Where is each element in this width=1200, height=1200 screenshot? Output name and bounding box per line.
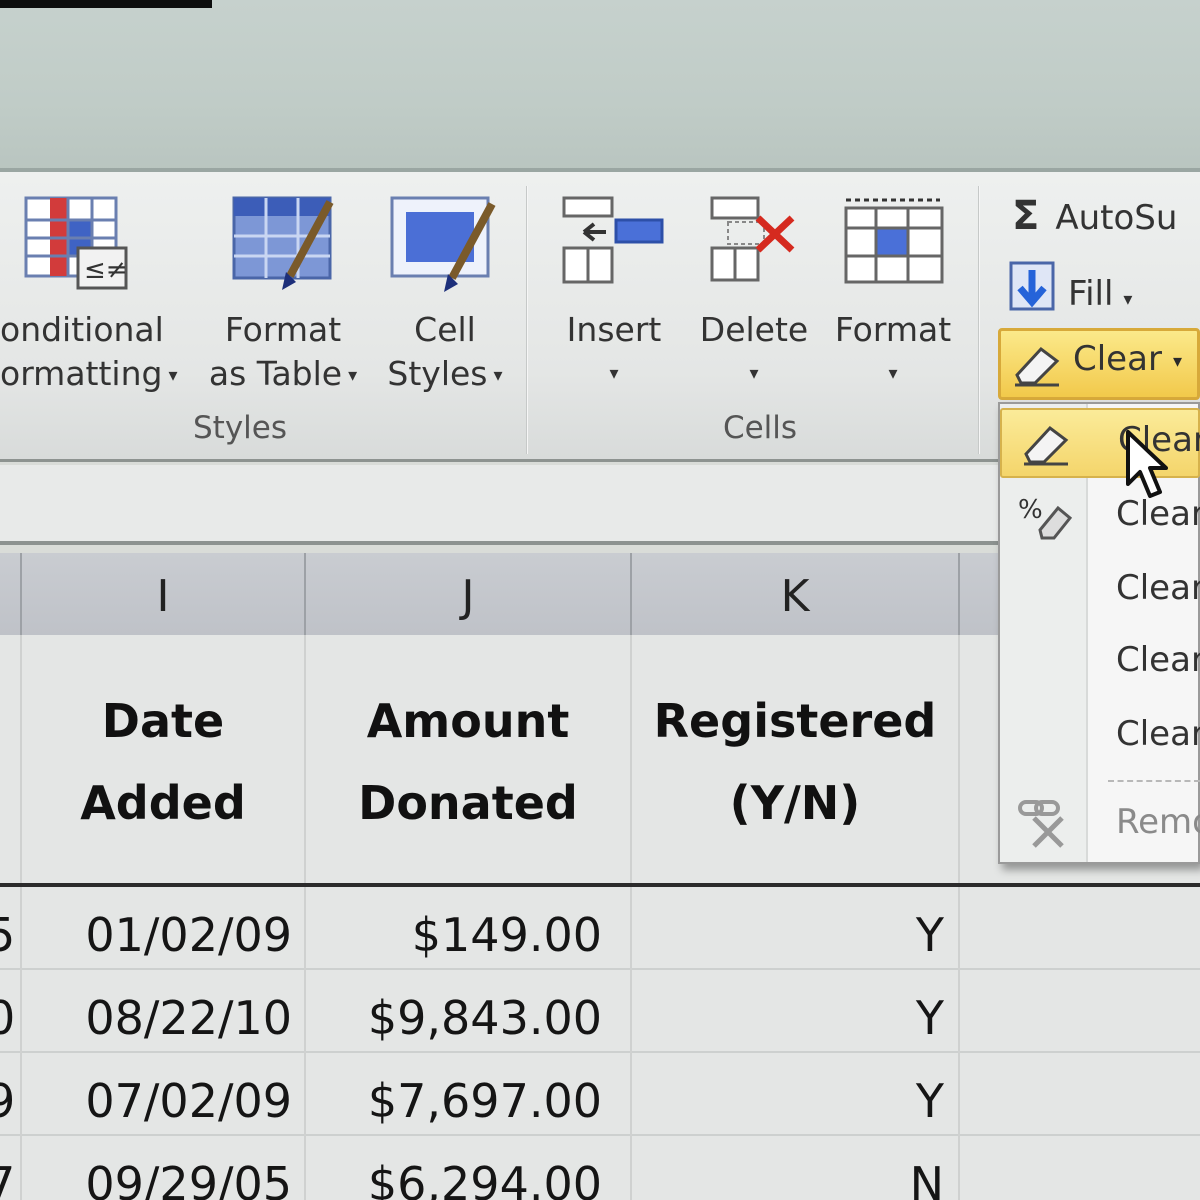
eraser-icon [1020,420,1072,470]
menu-item-label: Clear [1116,714,1200,754]
chevron-down-icon: ▾ [493,364,503,386]
conditional-formatting-label-2: ormatting [0,354,163,393]
eraser-icon [1011,341,1063,391]
header-cell-registered[interactable]: Registered (Y/N) [632,635,960,885]
menu-item-clear-comments[interactable]: Clear [1000,630,1200,700]
chevron-down-icon: ▾ [749,363,759,384]
delete-cells-icon [706,194,816,298]
svg-text:≤≠: ≤≠ [84,255,128,285]
menu-item-label: Remo [1116,802,1200,842]
cell-registered[interactable]: N [632,1136,960,1200]
group-separator [978,186,980,454]
format-as-table-label-2: as Table [208,354,343,393]
menu-item-clear-contents[interactable]: Clear [1000,558,1200,628]
clear-button[interactable]: Clear ▾ [998,328,1200,400]
cell-prev[interactable]: 0 [0,970,22,1053]
table-row: 7 09/29/05 $6,294.00 N [0,1136,1200,1200]
delete-label: Delete [699,310,809,349]
header-cell-prev[interactable] [0,635,22,885]
cell-registered[interactable]: Y [632,887,960,970]
date-added-line-1: Date [101,694,225,748]
cell-registered[interactable]: Y [632,1053,960,1136]
cells-group-label: Cells [722,410,798,446]
cell-date[interactable]: 09/29/05 [22,1136,306,1200]
svg-text:%: % [1018,495,1043,525]
column-header-prev[interactable] [0,553,22,635]
fill-button[interactable]: Fill ▾ [1008,260,1200,320]
cell-prev[interactable]: 9 [0,1053,22,1136]
table-row: 9 07/02/09 $7,697.00 Y [0,1053,1200,1136]
chevron-down-icon: ▾ [1173,351,1183,372]
cell-date[interactable]: 01/02/09 [22,887,306,970]
menu-item-remove-hyperlinks[interactable]: Remo [1000,792,1200,862]
insert-cells-icon [560,194,670,298]
column-header-j[interactable]: J [306,553,632,635]
cell-styles-icon [388,194,498,298]
window-title-area [0,0,1200,172]
fill-label: Fill [1068,274,1114,314]
menu-item-label: Clear [1116,640,1200,680]
menu-separator [1108,780,1200,782]
delete-button[interactable]: Delete ▾ [694,308,814,396]
registered-line-1: Registered [653,694,937,748]
group-separator [526,186,528,454]
header-cell-date-added[interactable]: Date Added [22,635,306,885]
cell-prev[interactable]: 7 [0,1136,22,1200]
clear-label: Clear [1073,339,1162,379]
format-label: Format [834,310,952,349]
sigma-icon: Σ [1012,193,1040,239]
chevron-down-icon: ▾ [1123,289,1133,310]
menu-item-clear-hyperlinks[interactable]: Clear [1000,704,1200,774]
cell-prev[interactable]: 5 [0,887,22,970]
clear-formats-icon: % [1016,490,1074,546]
mouse-pointer-icon [1124,428,1174,506]
cell-date[interactable]: 08/22/10 [22,970,306,1053]
autosum-label: AutoSu [1055,198,1178,238]
insert-button[interactable]: Insert ▾ [554,308,674,396]
cell-amount[interactable]: $149.00 [306,887,632,970]
format-as-table-label-1: Format [224,310,342,349]
header-cell-amount-donated[interactable]: Amount Donated [306,635,632,885]
conditional-formatting-icon: ≤≠ [22,194,132,298]
remove-hyperlink-icon [1016,796,1074,852]
column-header-i[interactable]: I [22,553,306,635]
title-dark-strip [0,0,212,8]
fill-down-icon [1008,260,1056,331]
chevron-down-icon: ▾ [609,363,619,384]
menu-item-label: Clear [1116,568,1200,608]
cell-styles-label-2: Styles [387,354,488,393]
cell-styles-button[interactable]: Cell Styles ▾ [378,308,512,398]
column-header-k[interactable]: K [632,553,960,635]
cell-amount[interactable]: $9,843.00 [306,970,632,1053]
date-added-line-2: Added [80,776,246,830]
chevron-down-icon: ▾ [888,363,898,384]
format-button[interactable]: Format ▾ [830,308,956,396]
cell-styles-label-1: Cell [414,310,476,349]
format-as-table-button[interactable]: Format as Table ▾ [198,308,368,398]
format-cells-icon [840,192,950,296]
format-as-table-icon [230,194,340,298]
cell-date[interactable]: 07/02/09 [22,1053,306,1136]
chevron-down-icon: ▾ [168,364,178,386]
insert-label: Insert [566,310,662,349]
table-row: 5 01/02/09 $149.00 Y [0,887,1200,970]
styles-group-label: Styles [192,410,287,446]
conditional-formatting-button[interactable]: onditional ormatting ▾ [0,308,190,398]
registered-line-2: (Y/N) [729,776,861,830]
amount-donated-line-1: Amount [366,694,570,748]
cell-registered[interactable]: Y [632,970,960,1053]
amount-donated-line-2: Donated [358,776,578,830]
table-row: 0 08/22/10 $9,843.00 Y [0,970,1200,1053]
cell-amount[interactable]: $6,294.00 [306,1136,632,1200]
autosum-button[interactable]: Σ AutoSu [1012,186,1200,246]
cell-amount[interactable]: $7,697.00 [306,1053,632,1136]
chevron-down-icon: ▾ [348,364,358,386]
conditional-formatting-label-1: onditional [0,310,164,349]
